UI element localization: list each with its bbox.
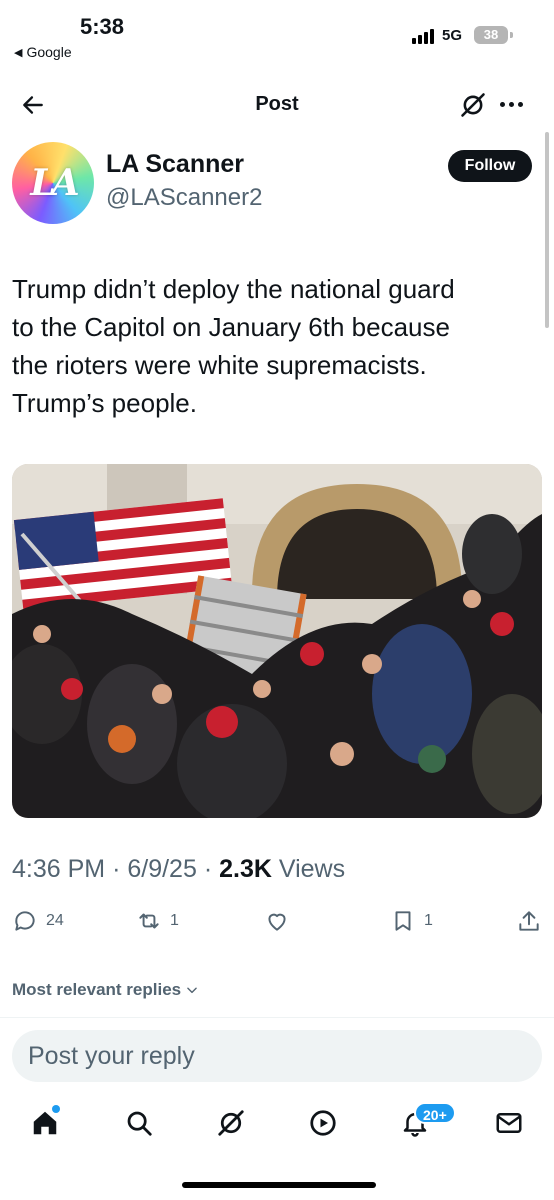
bottom-tab-bar: 20+: [0, 1098, 554, 1154]
repost-button[interactable]: 1: [136, 908, 179, 934]
status-bar: 5:38 ◀ Google 5G 38: [0, 0, 554, 70]
replies-sort-label: Most relevant replies: [12, 980, 182, 999]
back-app-label: Google: [26, 44, 72, 60]
tweet-text-line: Trump’s people.: [12, 388, 197, 418]
tweet-actions: 24 1 1: [0, 908, 554, 944]
tweet-date: 6/9/25: [127, 855, 197, 883]
chevron-down-icon: [187, 987, 197, 994]
tweet-text-line: the rioters were white supremacists.: [12, 350, 427, 380]
repost-icon: [139, 913, 159, 929]
status-time: 5:38: [80, 14, 125, 39]
grok-icon[interactable]: [459, 91, 487, 119]
crowd-photo-illustration: [12, 464, 542, 818]
tweet-text: Trump didn’t deploy the national guard t…: [12, 270, 542, 422]
notification-badge: 20+: [414, 1102, 456, 1124]
cellular-signal-icon: [411, 28, 434, 44]
heart-icon: [268, 913, 286, 931]
network-type: 5G: [441, 27, 462, 44]
signal-group: 5G: [411, 27, 462, 44]
views-count[interactable]: 2.3K: [219, 855, 272, 883]
share-button[interactable]: [516, 908, 542, 934]
search-icon: [127, 1111, 152, 1136]
bookmark-icon: [395, 911, 411, 931]
avatar-logo: LA: [30, 162, 79, 204]
home-unread-dot: [52, 1105, 60, 1113]
home-indicator[interactable]: [182, 1182, 376, 1188]
back-to-app-link[interactable]: ◀ Google: [14, 44, 72, 60]
meta-separator: ·: [112, 855, 121, 883]
bookmark-button[interactable]: 1: [390, 908, 433, 934]
tweet-meta: 4:36 PM · 6/9/25 · 2.3K Views: [12, 855, 345, 884]
battery-icon: 38: [474, 26, 513, 44]
tweet-text-line: Trump didn’t deploy the national guard: [12, 274, 455, 304]
grok-icon: [218, 1110, 244, 1136]
author-display-name[interactable]: LA Scanner: [106, 150, 244, 179]
back-triangle-icon: ◀: [14, 46, 23, 59]
author-handle[interactable]: @LAScanner2: [106, 184, 262, 212]
scrollbar[interactable]: [545, 132, 549, 328]
tweet-text-line: to the Capitol on January 6th because: [12, 312, 450, 342]
reply-placeholder: Post your reply: [28, 1041, 195, 1070]
tab-grok[interactable]: [216, 1108, 248, 1140]
post-header: Post: [0, 80, 554, 130]
tab-search[interactable]: [124, 1108, 156, 1140]
replies-sort-dropdown[interactable]: Most relevant replies: [12, 980, 199, 1000]
repost-count: 1: [170, 912, 179, 929]
like-button[interactable]: [264, 908, 298, 934]
share-icon: [519, 911, 539, 931]
reply-button[interactable]: 24: [12, 908, 64, 934]
tweet-time: 4:36 PM: [12, 855, 106, 883]
reply-count: 24: [46, 912, 64, 929]
tab-messages[interactable]: [494, 1108, 526, 1140]
follow-button[interactable]: Follow: [448, 150, 532, 182]
tweet-photo[interactable]: [12, 464, 542, 818]
tab-video[interactable]: [308, 1108, 340, 1140]
views-label: Views: [278, 855, 346, 883]
reply-icon: [15, 911, 35, 931]
meta-separator: ·: [203, 855, 213, 883]
more-horizontal-icon[interactable]: [500, 102, 523, 107]
messages-icon: [496, 1113, 522, 1133]
video-icon: [310, 1110, 336, 1136]
divider: [0, 1017, 554, 1018]
reply-input[interactable]: Post your reply: [12, 1030, 542, 1082]
bookmark-count: 1: [424, 912, 433, 929]
avatar[interactable]: LA: [12, 142, 94, 224]
